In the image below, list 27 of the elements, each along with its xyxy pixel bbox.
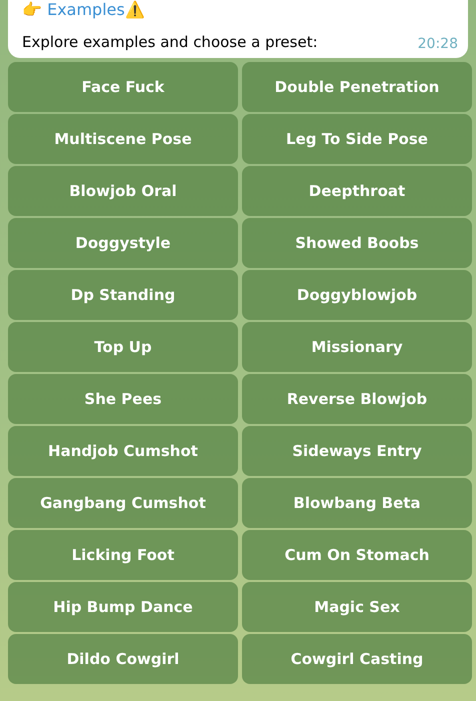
preset-button[interactable]: Gangbang Cumshot — [8, 478, 238, 528]
preset-button[interactable]: Cum On Stomach — [242, 530, 472, 580]
preset-button[interactable]: Missionary — [242, 322, 472, 372]
preset-button[interactable]: Hip Bump Dance — [8, 582, 238, 632]
preset-button[interactable]: She Pees — [8, 374, 238, 424]
message-text: Explore examples and choose a preset: — [22, 32, 318, 52]
preset-button[interactable]: Dildo Cowgirl — [8, 634, 238, 684]
preset-button[interactable]: Face Fuck — [8, 62, 238, 112]
preset-button[interactable]: Licking Foot — [8, 530, 238, 580]
preset-button[interactable]: Double Penetration — [242, 62, 472, 112]
preset-button[interactable]: Showed Boobs — [242, 218, 472, 268]
preset-button[interactable]: Doggyblowjob — [242, 270, 472, 320]
preset-button[interactable]: Blowbang Beta — [242, 478, 472, 528]
preset-button[interactable]: Top Up — [8, 322, 238, 372]
preset-button[interactable]: Blowjob Oral — [8, 166, 238, 216]
preset-button[interactable]: Deepthroat — [242, 166, 472, 216]
preset-button[interactable]: Leg To Side Pose — [242, 114, 472, 164]
preset-button[interactable]: Reverse Blowjob — [242, 374, 472, 424]
preset-button[interactable]: Dp Standing — [8, 270, 238, 320]
preset-button[interactable]: Magic Sex — [242, 582, 472, 632]
preset-button[interactable]: Sideways Entry — [242, 426, 472, 476]
preset-button[interactable]: Handjob Cumshot — [8, 426, 238, 476]
preset-button[interactable]: Cowgirl Casting — [242, 634, 472, 684]
preset-button[interactable]: Multiscene Pose — [8, 114, 238, 164]
preset-button[interactable]: Doggystyle — [8, 218, 238, 268]
message-title: 👉 Examples⚠ — [22, 0, 146, 20]
message-time: 20:28 — [418, 36, 458, 52]
